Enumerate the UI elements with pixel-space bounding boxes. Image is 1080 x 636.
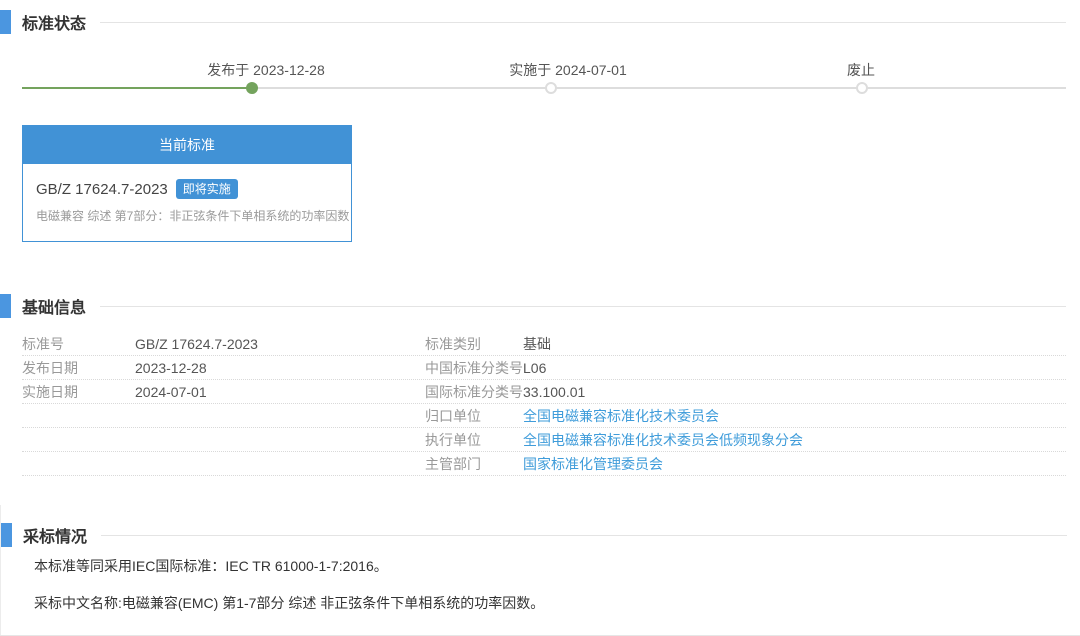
table-row: 实施日期 2024-07-01 国际标准分类号 33.100.01: [22, 380, 1066, 404]
field-label: 标准号: [22, 334, 135, 354]
field-value: 2023-12-28: [135, 360, 425, 376]
section-title-status: 标准状态: [22, 10, 86, 34]
current-standard-card-header: 当前标准: [23, 126, 351, 164]
current-standard-card: 当前标准 GB/Z 17624.7-2023 即将实施 电磁兼容 综述 第7部分…: [22, 125, 352, 242]
table-row: 归口单位 全国电磁兼容标准化技术委员会: [22, 404, 1066, 428]
timeline-label-implemented: 实施于 2024-07-01: [509, 60, 627, 80]
timeline-label-abolished: 废止: [847, 60, 875, 80]
table-row: 标准号 GB/Z 17624.7-2023 标准类别 基础: [22, 332, 1066, 356]
section-marker-icon: [1, 523, 12, 547]
section-header-basic-info: 基础信息: [0, 294, 1066, 318]
field-value: GB/Z 17624.7-2023: [135, 336, 425, 352]
section-title-adoption: 采标情况: [23, 523, 87, 547]
current-standard-card-body: GB/Z 17624.7-2023 即将实施 电磁兼容 综述 第7部分：非正弦条…: [23, 164, 351, 224]
field-label: 实施日期: [22, 382, 135, 402]
section-title-basic-info: 基础信息: [22, 294, 86, 318]
centralized-unit-link[interactable]: 全国电磁兼容标准化技术委员会: [523, 406, 1066, 426]
field-label: 发布日期: [22, 358, 135, 378]
section-header-status: 标准状态: [0, 10, 1066, 34]
field-label: 主管部门: [425, 454, 523, 474]
section-marker-icon: [0, 294, 11, 318]
basic-info-table: 标准号 GB/Z 17624.7-2023 标准类别 基础 发布日期 2023-…: [22, 332, 1066, 476]
field-label: 中国标准分类号: [425, 358, 523, 378]
timeline-dot-implemented-icon: [545, 82, 557, 94]
timeline-dot-abolished-icon: [856, 82, 868, 94]
adoption-paragraph-cn-name: 采标中文名称:电磁兼容(EMC) 第1-7部分 综述 非正弦条件下单相系统的功率…: [34, 593, 544, 613]
field-value: 基础: [523, 334, 1066, 354]
section-divider: [100, 22, 1066, 23]
standard-detail-page: 标准状态 发布于 2023-12-28 实施于 2024-07-01 废止 当前…: [0, 0, 1080, 636]
section-divider: [101, 535, 1067, 536]
timeline-dot-published-icon: [246, 82, 258, 94]
field-label: 执行单位: [425, 430, 523, 450]
section-marker-icon: [0, 10, 11, 34]
field-label: 标准类别: [425, 334, 523, 354]
standard-code: GB/Z 17624.7-2023: [36, 181, 168, 198]
table-row: 发布日期 2023-12-28 中国标准分类号 L06: [22, 356, 1066, 380]
timeline-track-done: [22, 87, 252, 89]
standard-name: 电磁兼容 综述 第7部分：非正弦条件下单相系统的功率因数: [36, 207, 338, 224]
table-row: 主管部门 国家标准化管理委员会: [22, 452, 1066, 476]
section-header-adoption: 采标情况: [1, 523, 1067, 547]
executing-unit-link[interactable]: 全国电磁兼容标准化技术委员会低频现象分会: [523, 430, 1066, 450]
field-label: 国际标准分类号: [425, 382, 523, 402]
timeline-label-published: 发布于 2023-12-28: [207, 60, 325, 80]
table-row: 执行单位 全国电磁兼容标准化技术委员会低频现象分会: [22, 428, 1066, 452]
field-value: L06: [523, 360, 1066, 376]
field-value: 33.100.01: [523, 384, 1066, 400]
status-badge: 即将实施: [176, 179, 238, 199]
adoption-paragraph-iec: 本标准等同采用IEC国际标准：IEC TR 61000-1-7:2016。: [34, 556, 388, 576]
competent-department-link[interactable]: 国家标准化管理委员会: [523, 454, 1066, 474]
field-value: 2024-07-01: [135, 384, 425, 400]
section-divider: [100, 306, 1066, 307]
field-label: 归口单位: [425, 406, 523, 426]
